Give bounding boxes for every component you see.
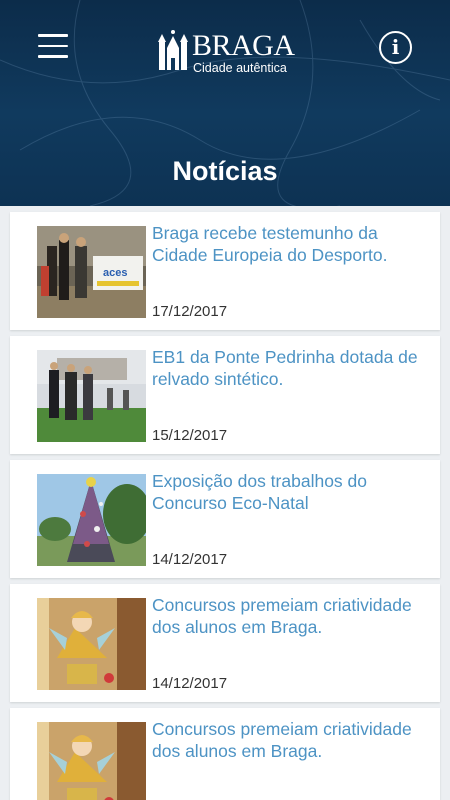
- news-thumbnail: [37, 350, 146, 442]
- news-item[interactable]: aces Braga recebe testemunho da Cidade E…: [10, 212, 440, 330]
- info-icon: i: [391, 35, 400, 59]
- menu-button[interactable]: [38, 34, 68, 60]
- news-list[interactable]: aces Braga recebe testemunho da Cidade E…: [0, 206, 450, 800]
- news-thumbnail: [37, 722, 146, 800]
- news-item[interactable]: EB1 da Ponte Pedrinha dotada de relvado …: [10, 336, 440, 454]
- info-button[interactable]: i: [379, 31, 412, 64]
- news-title[interactable]: Braga recebe testemunho da Cidade Europe…: [152, 222, 424, 266]
- news-title[interactable]: Concursos premeiam criatividade dos alun…: [152, 718, 424, 762]
- braga-logo: BRAGA Cidade autêntica: [157, 28, 297, 76]
- news-item[interactable]: Concursos premeiam criatividade dos alun…: [10, 584, 440, 702]
- page-title: Notícias: [172, 156, 278, 186]
- news-date: 17/12/2017: [152, 303, 228, 320]
- news-thumbnail: [37, 474, 146, 566]
- app-header: BRAGA Cidade autêntica i Notícias: [0, 0, 450, 206]
- news-title[interactable]: EB1 da Ponte Pedrinha dotada de relvado …: [152, 346, 424, 390]
- logo-title: BRAGA: [192, 29, 295, 62]
- news-date: 15/12/2017: [152, 427, 228, 444]
- news-thumbnail: [37, 598, 146, 690]
- news-thumbnail: aces: [37, 226, 146, 318]
- news-title[interactable]: Concursos premeiam criatividade dos alun…: [152, 594, 424, 638]
- hamburger-menu-icon: [38, 34, 68, 37]
- news-item[interactable]: Exposição dos trabalhos do Concurso Eco-…: [10, 460, 440, 578]
- news-item[interactable]: Concursos premeiam criatividade dos alun…: [10, 708, 440, 800]
- news-date: 14/12/2017: [152, 551, 228, 568]
- logo-subtitle: Cidade autêntica: [193, 61, 287, 75]
- svg-text:aces: aces: [103, 267, 127, 279]
- news-date: 14/12/2017: [152, 675, 228, 692]
- braga-emblem-icon: [158, 30, 188, 70]
- news-title[interactable]: Exposição dos trabalhos do Concurso Eco-…: [152, 470, 424, 514]
